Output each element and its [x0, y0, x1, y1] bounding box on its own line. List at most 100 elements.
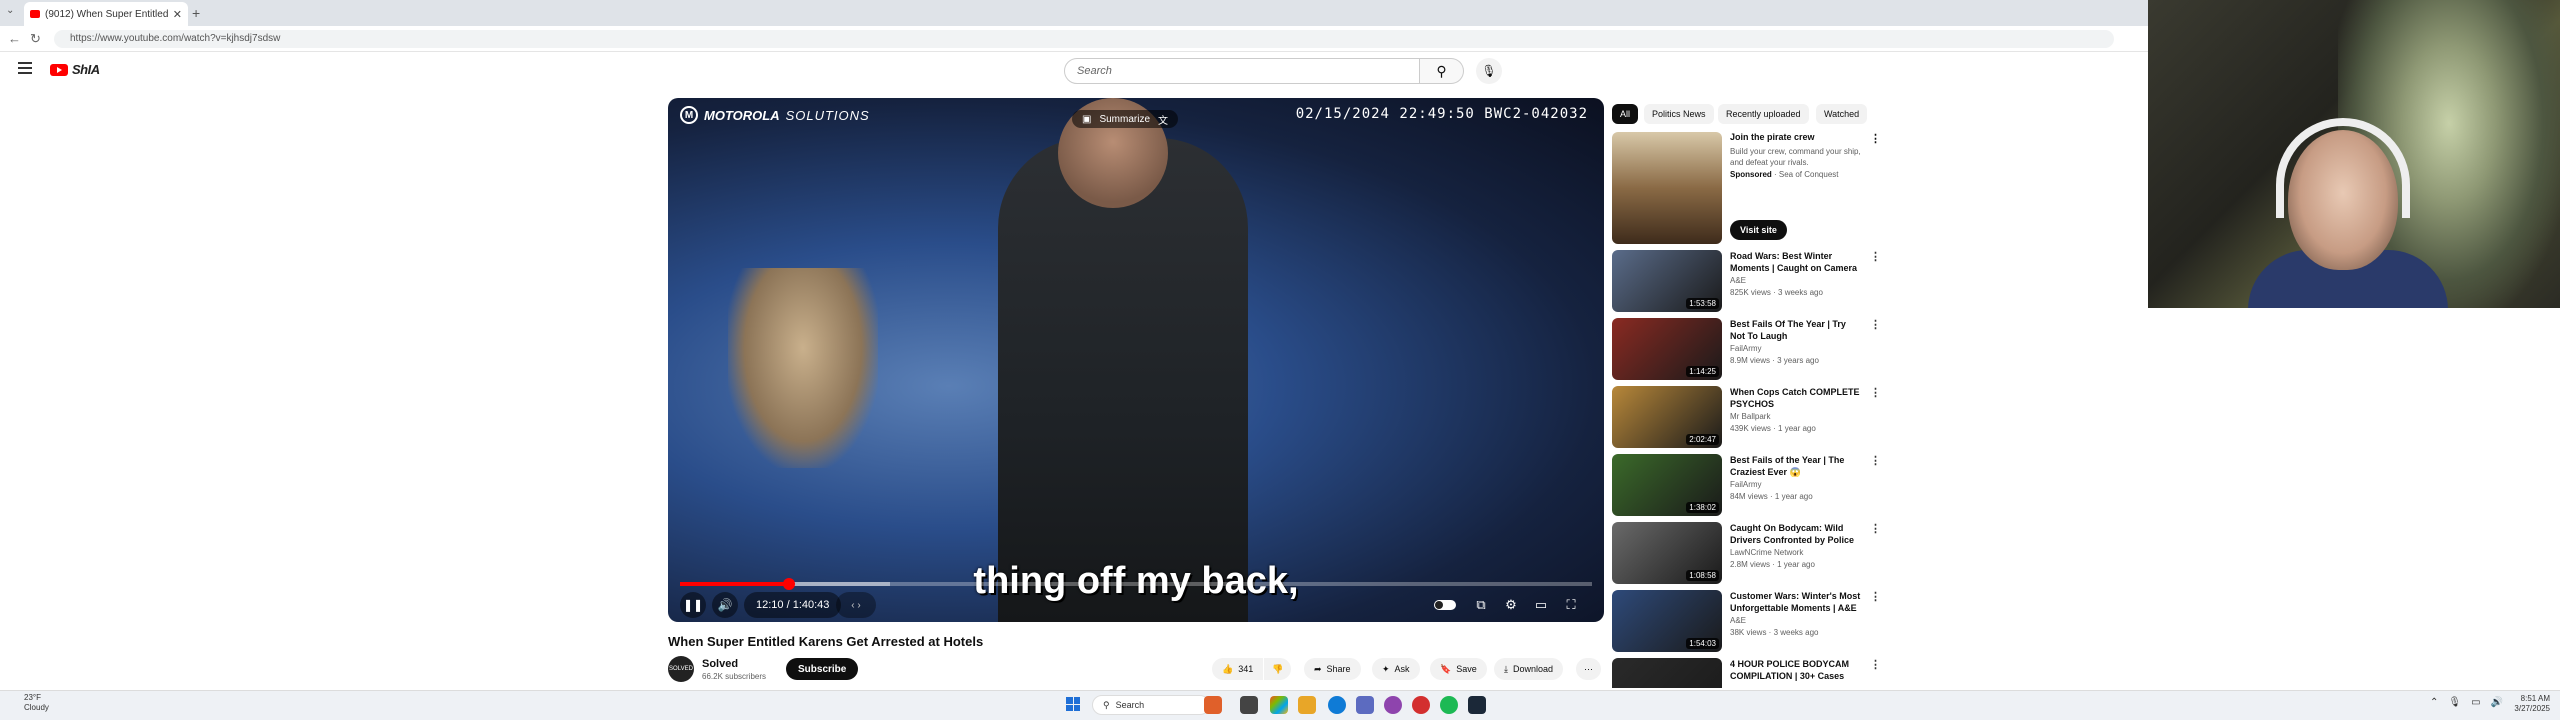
recommendation-thumbnail[interactable]: 1:53:58 — [1612, 250, 1722, 312]
recommendation-item[interactable]: 4 HOUR POLICE BODYCAM COMPILATION | 30+ … — [1612, 658, 1882, 688]
download-icon: ⤓ — [1504, 663, 1508, 674]
taskbar-app-icon[interactable] — [1204, 696, 1222, 714]
subscribe-button[interactable]: Subscribe — [786, 658, 859, 680]
more-vert-icon[interactable]: ⋮ — [1870, 454, 1881, 467]
menu-icon[interactable] — [18, 62, 32, 74]
recommendation-title[interactable]: Road Wars: Best Winter Moments | Caught … — [1730, 250, 1862, 274]
fullscreen-icon[interactable]: ⛶ — [1558, 592, 1584, 618]
chip-all[interactable]: All — [1612, 104, 1639, 124]
image-icon[interactable]: ▣ — [1082, 114, 1091, 125]
video-duration: 1:38:02 — [1686, 502, 1719, 513]
spotify-icon[interactable] — [1440, 696, 1458, 714]
url-field[interactable]: https://www.youtube.com/watch?v=kjhsdj7s… — [54, 30, 2114, 48]
recommendation-channel[interactable]: Mr Ballpark — [1730, 412, 1770, 421]
captions-icon[interactable]: ⧉ — [1468, 592, 1494, 618]
chevron-up-icon[interactable]: ⌃ — [2430, 697, 2438, 708]
pause-icon[interactable]: ❚❚ — [680, 592, 706, 618]
edge-browser-icon[interactable] — [1328, 696, 1346, 714]
taskbar-clock[interactable]: 8:51 AM 3/27/2025 — [2490, 694, 2550, 714]
microphone-icon[interactable]: 🎙 — [1476, 58, 1502, 84]
recommendation-channel[interactable]: A&E — [1730, 276, 1746, 285]
ad-sponsored-label: Sponsored — [1730, 170, 1772, 179]
autoplay-toggle[interactable] — [1434, 600, 1456, 610]
windows-start-icon[interactable] — [1066, 697, 1080, 711]
progress-bar[interactable] — [680, 578, 1592, 590]
network-icon[interactable]: ▭ — [2471, 697, 2480, 708]
translate-icon[interactable]: 文 — [1158, 112, 1168, 127]
save-button[interactable]: 🔖 Save — [1430, 658, 1487, 680]
microphone-tray-icon[interactable]: 🎙 — [2448, 697, 2461, 708]
taskbar-app-icon[interactable] — [1384, 696, 1402, 714]
weather-widget[interactable]: 23°F Cloudy — [24, 693, 49, 713]
dislike-button[interactable]: 👎 — [1264, 658, 1292, 680]
taskbar-app-icon[interactable] — [1240, 696, 1258, 714]
clock-date: 3/27/2025 — [2514, 704, 2550, 713]
recommendation-thumbnail[interactable]: 1:54:03 — [1612, 590, 1722, 652]
more-vert-icon[interactable]: ⋮ — [1870, 386, 1881, 399]
recommendation-title[interactable]: Best Fails of the Year | The Craziest Ev… — [1730, 454, 1862, 478]
more-vert-icon[interactable]: ⋮ — [1870, 250, 1881, 263]
taskbar-app-icon[interactable] — [1270, 696, 1288, 714]
chrome-browser-icon[interactable] — [1412, 696, 1430, 714]
video-frame-person — [728, 268, 878, 468]
file-explorer-icon[interactable] — [1298, 696, 1316, 714]
more-actions-button[interactable]: ⋯ — [1576, 658, 1601, 680]
more-vert-icon[interactable]: ⋮ — [1870, 590, 1881, 603]
recommendation-title[interactable]: When Cops Catch COMPLETE PSYCHOS — [1730, 386, 1862, 410]
settings-gear-icon[interactable]: ⚙ — [1498, 592, 1524, 618]
like-button[interactable]: 👍 341 — [1212, 658, 1264, 680]
recommendation-thumbnail[interactable]: 2:02:47 — [1612, 386, 1722, 448]
ad-thumbnail[interactable] — [1612, 132, 1722, 244]
video-duration: 1:08:58 — [1686, 570, 1719, 581]
channel-avatar[interactable]: SOLVED — [668, 656, 694, 682]
recommendation-thumbnail[interactable] — [1612, 658, 1722, 688]
youtube-logo-text[interactable]: ShIA — [72, 62, 100, 77]
steam-icon[interactable] — [1468, 696, 1486, 714]
back-icon[interactable]: ← — [8, 31, 21, 46]
recommendation-thumbnail[interactable]: 1:14:25 — [1612, 318, 1722, 380]
recommendation-channel[interactable]: A&E — [1730, 616, 1746, 625]
video-player[interactable]: M MOTOROLA SOLUTIONS 02/15/2024 22:49:50… — [668, 98, 1604, 622]
visit-site-button[interactable]: Visit site — [1730, 220, 1787, 240]
save-label: Save — [1456, 664, 1477, 674]
new-tab-icon[interactable]: + — [192, 5, 200, 21]
more-vert-icon[interactable]: ⋮ — [1870, 658, 1881, 671]
volume-icon[interactable]: 🔊 — [712, 592, 738, 618]
chip-recently-uploaded[interactable]: Recently uploaded — [1718, 104, 1809, 124]
youtube-logo-icon[interactable] — [50, 64, 68, 76]
search-icon[interactable]: ⚲ — [1420, 58, 1464, 84]
reload-icon[interactable]: ↻ — [30, 31, 41, 47]
summarize-button[interactable]: Summarize — [1099, 114, 1150, 125]
browser-tab[interactable]: (9012) When Super Entitled K ✕ — [24, 2, 188, 26]
taskbar-search-label: Search — [1115, 700, 1145, 710]
recommendation-channel[interactable]: FailArmy — [1730, 344, 1762, 353]
more-vert-icon[interactable]: ⋮ — [1870, 318, 1881, 331]
chip-politics-news[interactable]: Politics News — [1644, 104, 1714, 124]
download-button[interactable]: ⤓ Download — [1494, 658, 1564, 680]
more-vert-icon[interactable]: ⋮ — [1870, 522, 1881, 535]
chip-watched[interactable]: Watched — [1816, 104, 1868, 124]
recommendation-channel[interactable]: FailArmy — [1730, 480, 1762, 489]
channel-name[interactable]: Solved — [702, 658, 738, 670]
recommendation-thumbnail[interactable]: 1:38:02 — [1612, 454, 1722, 516]
tab-list-chevron-icon[interactable]: ⌄ — [6, 5, 14, 16]
miniplayer-icon[interactable]: ▭ — [1528, 592, 1554, 618]
ask-button[interactable]: ✦ Ask — [1372, 658, 1420, 680]
ad-title[interactable]: Join the pirate crew — [1730, 132, 1815, 142]
taskbar-app-icon[interactable] — [1356, 696, 1374, 714]
recommendation-title[interactable]: Caught On Bodycam: Wild Drivers Confront… — [1730, 522, 1862, 546]
recommendation-meta: 8.9M views · 3 years ago — [1730, 356, 1819, 365]
recommendation-title[interactable]: 4 HOUR POLICE BODYCAM COMPILATION | 30+ … — [1730, 658, 1862, 682]
close-tab-icon[interactable]: ✕ — [173, 8, 182, 21]
recommendation-channel[interactable]: LawNCrime Network — [1730, 548, 1803, 557]
bodycam-brand-suffix: SOLUTIONS — [785, 107, 870, 123]
taskbar-search[interactable]: ⚲ Search — [1092, 695, 1210, 715]
search-input[interactable]: Search — [1064, 58, 1420, 84]
recommendation-thumbnail[interactable]: 1:08:58 — [1612, 522, 1722, 584]
summarize-bar[interactable]: ▣ Summarize 文 — [1072, 110, 1179, 128]
recommendation-title[interactable]: Customer Wars: Winter's Most Unforgettab… — [1730, 590, 1862, 614]
chapter-chevron-icon[interactable]: ‹ › — [836, 592, 876, 618]
share-button[interactable]: ➦ Share — [1304, 658, 1361, 680]
ad-more-icon[interactable]: ⋮ — [1870, 132, 1881, 145]
recommendation-title[interactable]: Best Fails Of The Year | Try Not To Laug… — [1730, 318, 1862, 342]
